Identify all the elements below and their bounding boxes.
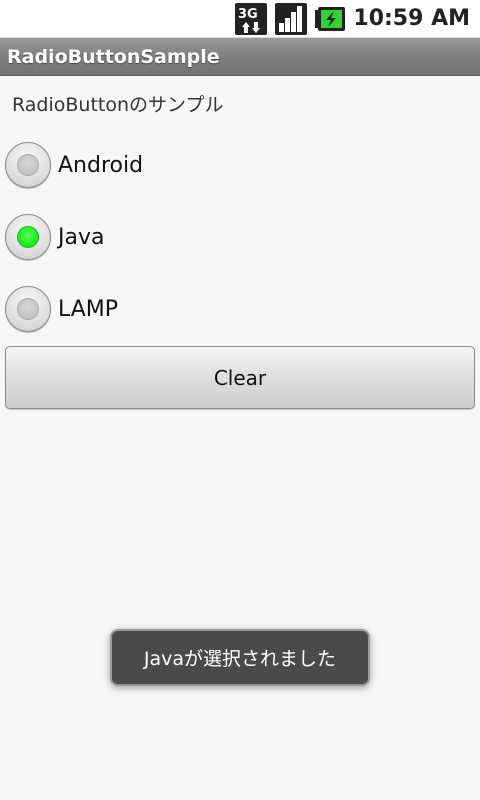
- radio-label-android[interactable]: Android: [58, 153, 143, 178]
- toast-message: Javaが選択されました: [110, 629, 370, 686]
- app-title-bar: RadioButtonSample: [0, 38, 480, 76]
- svg-text:3G: 3G: [238, 7, 258, 22]
- radio-android[interactable]: Android: [5, 140, 143, 190]
- status-time: 10:59 AM: [353, 6, 470, 31]
- radio-indicator: [17, 154, 39, 176]
- app-title: RadioButtonSample: [7, 45, 220, 68]
- battery-charging-icon: [315, 6, 346, 31]
- radio-lamp[interactable]: LAMP: [5, 284, 118, 334]
- radio-indicator: [17, 298, 39, 320]
- description-text: RadioButtonのサンプル: [12, 94, 224, 116]
- network-3g-icon: 3G: [235, 2, 268, 35]
- radio-label-java[interactable]: Java: [58, 225, 104, 250]
- radio-java[interactable]: Java: [5, 212, 104, 262]
- toast-text: Javaが選択されました: [143, 648, 337, 670]
- radio-circle-icon[interactable]: [5, 214, 51, 260]
- radio-circle-icon[interactable]: [5, 142, 51, 188]
- radio-circle-icon[interactable]: [5, 286, 51, 332]
- clear-button[interactable]: Clear: [5, 346, 475, 409]
- status-bar: 3G 10:59 AM: [0, 0, 480, 38]
- radio-label-lamp[interactable]: LAMP: [58, 297, 118, 322]
- radio-indicator-checked: [17, 226, 39, 248]
- signal-strength-icon: [275, 2, 308, 35]
